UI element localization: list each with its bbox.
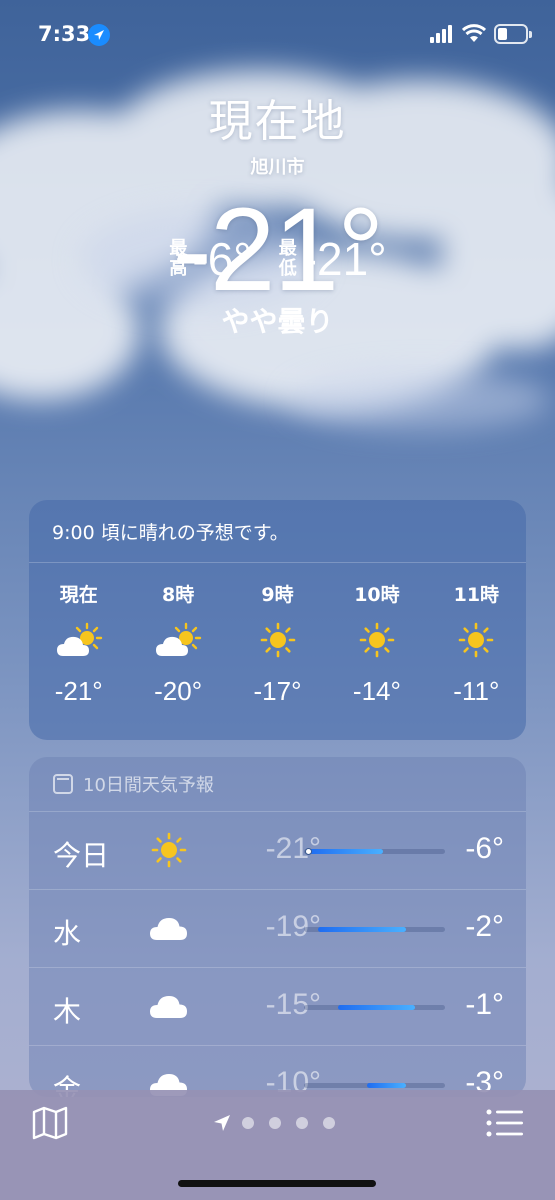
signal-icon [430,25,452,43]
hourly-forecast-card[interactable]: 9:00 頃に晴れの予想です。 現在 -21° 8時 -20° 9時 -17° … [29,500,526,740]
day-high-temperature: -6° [465,832,504,865]
low-label: 最低 [278,238,297,279]
ten-day-title: 10日間天気予報 [83,775,214,796]
range-fill [318,927,406,932]
hour-label: 9時 [261,584,294,606]
hour-label: 8時 [161,584,195,606]
hour-item: 現在 -21° [29,580,128,707]
weather-condition: やや曇り [221,305,334,338]
hour-item: 8時 -20° [128,580,227,707]
sun-icon [327,610,426,670]
temperature-range-bar [304,848,445,855]
day-row[interactable]: 今日 -21° -6° [29,812,526,890]
hourly-list[interactable]: 現在 -21° 8時 -20° 9時 -17° 10時 -14° 11時 -11… [29,580,526,707]
wifi-icon [462,24,486,42]
list-icon[interactable] [486,1108,524,1138]
day-high-temperature: -2° [465,910,504,943]
page-dot[interactable] [269,1117,281,1129]
hour-temperature: -14° [352,676,401,706]
forecast-summary: 9:00 頃に晴れの予想です。 [29,500,526,563]
hour-item: 11時 -11° [427,580,526,707]
sun-icon [228,610,327,670]
hour-label: 10時 [354,584,400,606]
hour-item: 9時 -17° [228,580,327,707]
status-time: 7:33 [38,22,91,46]
range-fill [337,1005,416,1010]
partly-cloudy-icon [128,610,227,670]
cloud-icon [147,988,191,1024]
map-icon[interactable] [32,1106,68,1140]
status-bar: 7:33 [0,0,555,70]
home-indicator [178,1180,376,1187]
temperature-range-bar [304,1005,445,1010]
high-label: 最高 [169,238,188,279]
hour-label: 現在 [59,584,98,606]
day-name: 今日 [53,839,110,872]
page-dot[interactable] [242,1117,254,1129]
ten-day-forecast-card[interactable]: 10日間天気予報 今日 -21° -6° 水 -19° -2° 木 -15° -… [29,757,526,1097]
hour-temperature: -20° [154,676,203,706]
day-high-temperature: -1° [465,988,504,1021]
day-name: 水 [53,917,82,950]
range-fill [367,1083,406,1088]
low-temperature: -21° [301,233,387,285]
range-fill [308,849,383,854]
hour-temperature: -17° [253,676,302,706]
location-arrow-icon [88,24,110,46]
partly-cloudy-icon [29,610,128,670]
sun-icon [147,832,191,868]
location-title: 現在地 [208,96,347,147]
high-low: 最高 -6° 最低 -21° [0,232,555,286]
ten-day-header: 10日間天気予報 [29,757,526,812]
day-row[interactable]: 水 -19° -2° [29,890,526,968]
hour-temperature: -21° [54,676,103,706]
hour-item: 10時 -14° [327,580,426,707]
calendar-icon [53,774,73,794]
page-dot[interactable] [296,1117,308,1129]
day-name: 木 [53,995,82,1028]
hour-label: 11時 [453,584,500,606]
hour-temperature: -11° [453,676,500,706]
page-indicator[interactable] [212,1113,350,1133]
city-name: 旭川市 [250,157,305,178]
location-arrow-icon[interactable] [212,1113,232,1133]
day-row[interactable]: 木 -15° -1° [29,968,526,1046]
temperature-range-bar [304,1083,445,1088]
page-dot[interactable] [323,1117,335,1129]
cloud-icon [147,910,191,946]
sun-icon [427,610,526,670]
battery-icon [494,24,532,44]
temperature-range-bar [304,927,445,932]
high-temperature: -6° [192,233,252,285]
